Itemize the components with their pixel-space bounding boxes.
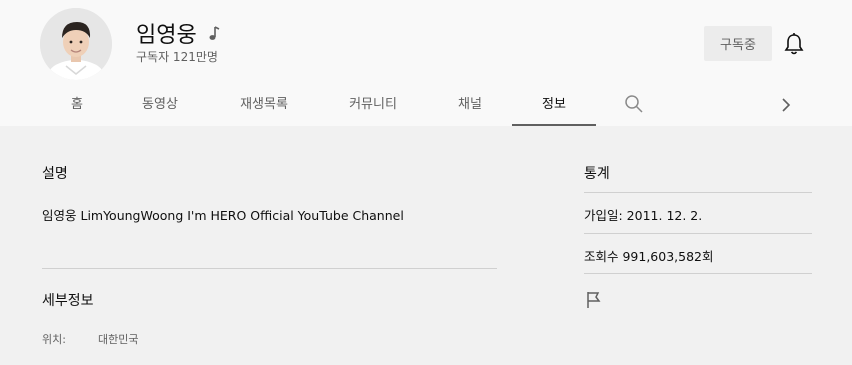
channel-name: 임영웅	[136, 23, 197, 48]
description-title: 설명	[42, 166, 68, 182]
joined-date: 가입일: 2011. 12. 2.	[584, 208, 703, 223]
view-count: 조회수 991,603,582회	[584, 249, 714, 264]
channel-header: 임영웅 구독자 121만명 구독중 홈 동영상 재생목록 커뮤니티 채널 정보	[0, 0, 852, 126]
location-label: 위치:	[42, 333, 66, 346]
subscribed-button[interactable]: 구독중	[704, 26, 772, 61]
flag-icon[interactable]	[585, 291, 603, 309]
avatar[interactable]	[40, 8, 112, 80]
tab-community[interactable]: 커뮤니티	[338, 84, 408, 126]
stats-divider	[584, 273, 812, 274]
stats-title: 통계	[584, 166, 610, 182]
subscriber-count: 구독자 121만명	[136, 50, 218, 64]
music-note-icon	[208, 26, 220, 42]
channel-tabs: 홈 동영상 재생목록 커뮤니티 채널 정보	[0, 84, 852, 126]
stats-divider	[584, 192, 812, 193]
divider	[42, 268, 497, 269]
tab-home[interactable]: 홈	[62, 84, 92, 126]
stats-divider	[584, 233, 812, 234]
bell-icon[interactable]	[783, 32, 805, 56]
search-icon[interactable]	[624, 94, 644, 114]
tab-about[interactable]: 정보	[512, 84, 596, 126]
tab-channels[interactable]: 채널	[450, 84, 490, 126]
details-title: 세부정보	[42, 293, 94, 309]
tab-playlists[interactable]: 재생목록	[231, 84, 297, 126]
chevron-right-icon[interactable]	[779, 96, 793, 114]
location-value: 대한민국	[98, 333, 139, 346]
channel-description: 임영웅 LimYoungWoong I'm HERO Official YouT…	[42, 208, 404, 223]
tab-videos[interactable]: 동영상	[132, 84, 188, 126]
